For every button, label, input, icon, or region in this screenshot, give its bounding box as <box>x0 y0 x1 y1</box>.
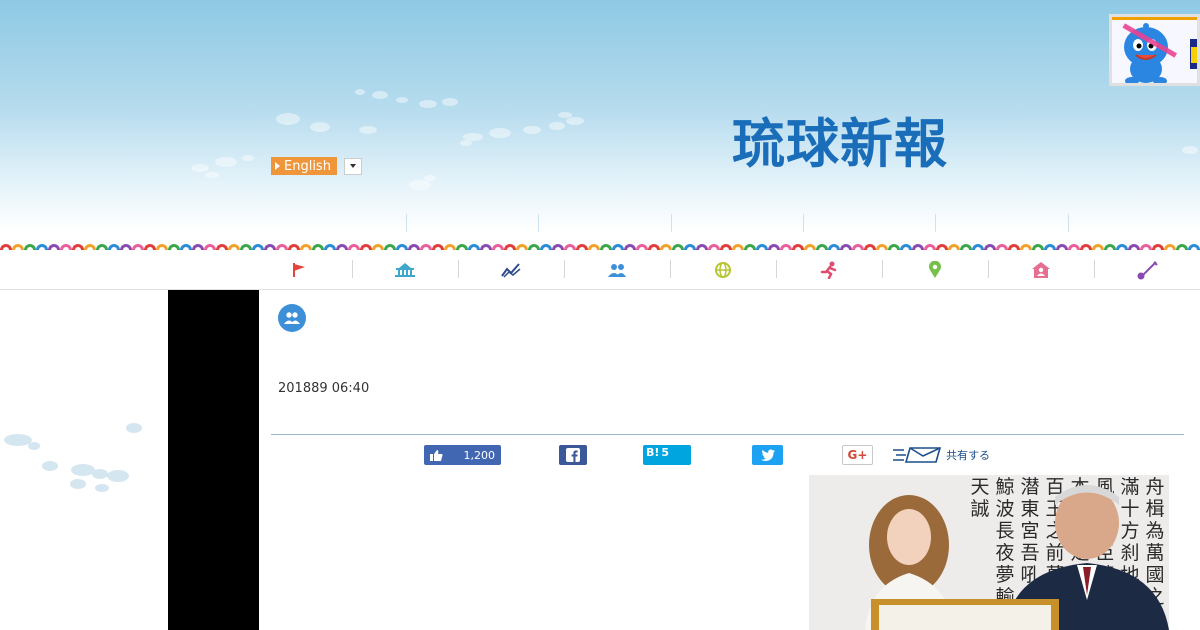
english-button[interactable]: English <box>271 157 337 175</box>
house-person-icon <box>1032 261 1050 278</box>
calligraphy-char: 國 <box>1145 564 1164 586</box>
calligraphy-char: 宮 <box>1020 520 1039 542</box>
article-date: 201889 06:40 <box>278 381 370 396</box>
calligraphy-char: 滿 <box>1120 476 1139 498</box>
envelope-icon <box>893 447 942 463</box>
globe-icon <box>715 261 731 278</box>
language-dropdown[interactable] <box>343 157 362 175</box>
email-share-label: 共有する <box>946 449 990 462</box>
calligraphy-char: 東 <box>1020 498 1039 520</box>
article-photo[interactable]: 舟楫為萬國之津滿十方刹地靈仁風致吾臣鏡以就本著之定憲章子百王之前萬歲寶潜東宮吾吼… <box>809 475 1169 630</box>
facebook-like-button[interactable]: 1,200 <box>424 445 501 465</box>
category-economy[interactable] <box>458 250 564 289</box>
calligraphy-char: 鯨 <box>995 476 1014 498</box>
calligraphy-char: 夜 <box>995 542 1014 564</box>
black-ad-column <box>168 290 259 630</box>
mascot-banner[interactable] <box>1109 14 1200 86</box>
calligraphy-char: 十 <box>1120 498 1139 520</box>
map-pin-icon <box>929 260 941 278</box>
google-plus-label: G+ <box>847 448 868 462</box>
category-local[interactable] <box>882 250 988 289</box>
play-arrow-icon <box>275 162 280 170</box>
language-switcher: English <box>271 157 362 175</box>
article-photo-image: 舟楫為萬國之津滿十方刹地靈仁風致吾臣鏡以就本著之定憲章子百王之前萬歲寶潜東宮吾吼… <box>809 475 1169 630</box>
calligraphy-char: 刹 <box>1120 542 1139 564</box>
category-culture[interactable] <box>1094 250 1200 289</box>
category-sports[interactable] <box>776 250 882 289</box>
calligraphy-char: 潜 <box>1020 476 1039 498</box>
site-logo[interactable]: 琉球新報 <box>732 118 948 171</box>
calligraphy-char: 楫 <box>1145 498 1164 520</box>
calligraphy-char: 波 <box>995 498 1014 520</box>
calligraphy-char: 吾 <box>1020 542 1039 564</box>
site-header: English 琉球新報 <box>0 0 1200 245</box>
category-news[interactable] <box>246 250 352 289</box>
english-label: English <box>284 158 331 174</box>
category-life[interactable] <box>988 250 1094 289</box>
hatena-label: B! <box>646 446 660 459</box>
facebook-share-button[interactable] <box>559 445 587 465</box>
top-nav-item[interactable] <box>802 214 935 232</box>
calligraphy-char: 方 <box>1120 520 1139 542</box>
calligraphy-char: 前 <box>1045 542 1064 564</box>
calligraphy-char: 誠 <box>970 498 989 520</box>
top-nav-item[interactable] <box>1067 214 1200 232</box>
people-icon <box>284 312 300 324</box>
twitter-icon <box>760 449 775 461</box>
category-nav <box>246 250 1200 289</box>
top-nav-item[interactable] <box>935 214 1067 232</box>
calligraphy-char: 夢 <box>995 564 1014 586</box>
category-politics[interactable] <box>352 250 458 289</box>
chevron-down-icon <box>349 164 356 168</box>
email-share-button[interactable]: 共有する <box>892 445 1002 465</box>
mascot-character-icon <box>1112 17 1197 83</box>
article-category-badge[interactable] <box>278 304 306 332</box>
decorative-scallop-band <box>0 241 1200 250</box>
top-nav-item[interactable] <box>670 214 803 232</box>
category-society[interactable] <box>564 250 670 289</box>
flag-icon <box>293 262 305 277</box>
hatena-bookmark-button[interactable]: B! 5 <box>643 445 691 465</box>
calligraphy-char: 萬 <box>1145 542 1164 564</box>
calligraphy-char: 舟 <box>1145 476 1164 498</box>
facebook-icon <box>566 448 580 462</box>
thumbs-up-icon <box>430 449 443 461</box>
runner-icon <box>820 261 837 279</box>
line-chart-icon <box>501 262 521 278</box>
category-international[interactable] <box>670 250 776 289</box>
calligraphy-char: 為 <box>1145 520 1164 542</box>
left-fish-decoration <box>4 423 142 492</box>
calligraphy-char: 天 <box>970 476 989 498</box>
twitter-share-button[interactable] <box>752 445 783 465</box>
top-nav-item[interactable] <box>538 214 670 232</box>
top-nav-item[interactable] <box>406 214 538 232</box>
google-plus-share-button[interactable]: G+ <box>842 445 873 465</box>
government-building-icon <box>395 262 415 277</box>
article-divider <box>271 434 1184 435</box>
hatena-count: 5 <box>661 446 670 459</box>
fish-school-decoration <box>191 89 1198 190</box>
like-count: 1,200 <box>463 448 496 462</box>
sanshin-icon <box>1137 260 1158 279</box>
top-nav <box>406 214 1200 232</box>
calligraphy-char: 長 <box>995 520 1014 542</box>
people-icon <box>608 263 626 277</box>
